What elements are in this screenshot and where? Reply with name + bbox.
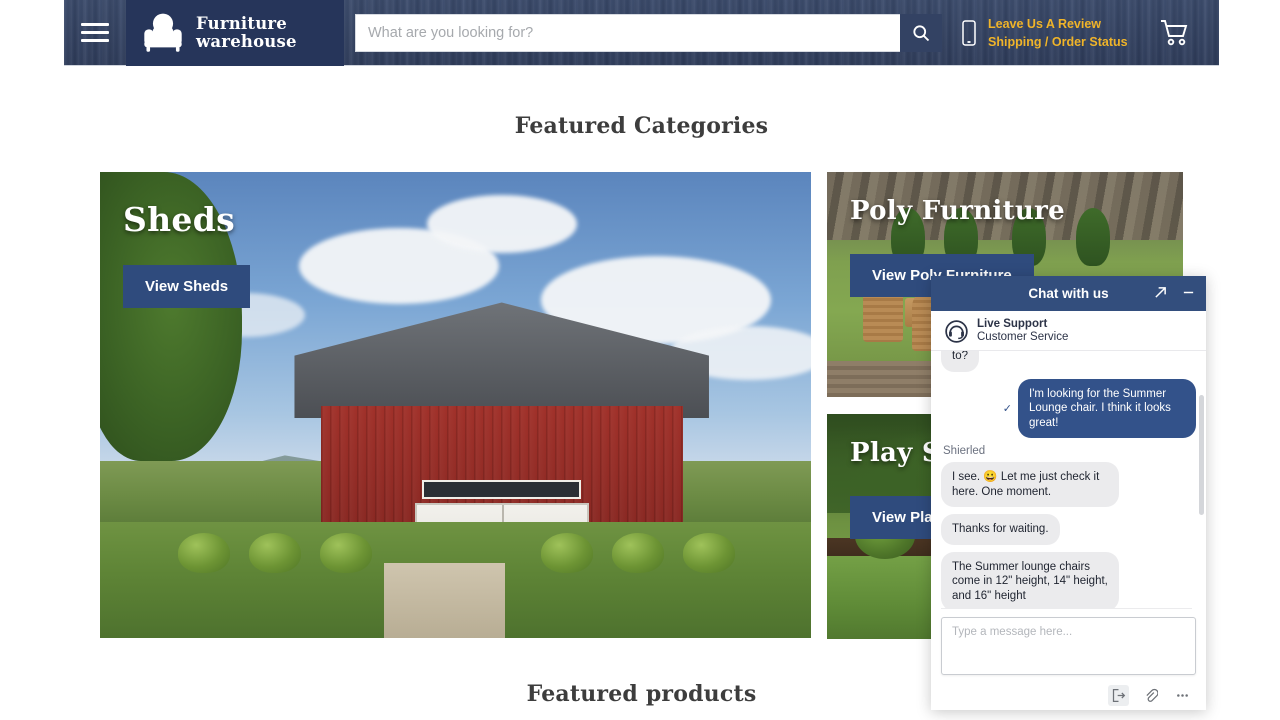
sent-check-icon: ✓ — [1002, 402, 1012, 415]
expand-arrow-icon[interactable] — [1151, 283, 1170, 304]
minimize-icon[interactable] — [1179, 283, 1198, 304]
paperclip-glyph — [1146, 688, 1158, 702]
chat-footer-toolbar — [931, 680, 1206, 710]
chat-input-area — [931, 609, 1206, 680]
category-column-left: Sheds View Sheds — [100, 172, 811, 639]
chat-sender-label: Shierled — [943, 445, 986, 457]
hamburger-menu-icon[interactable] — [64, 0, 126, 66]
chat-message-agent: The Summer lounge chairs come in 12" hei… — [941, 551, 1119, 609]
site-header: Furniture warehouse Leave Us A — [64, 0, 1219, 66]
chat-agent-bar: Live Support Customer Service — [931, 311, 1206, 351]
expand-arrow-glyph — [1155, 287, 1166, 298]
armchair-logo-icon — [144, 13, 182, 52]
category-title: Poly Furniture — [850, 196, 1065, 226]
mobile-phone-icon — [962, 19, 976, 46]
chat-message-row: The Summer lounge chairs come in 12" hei… — [941, 551, 1196, 609]
featured-categories-title: Featured Categories — [514, 113, 769, 139]
chat-agent-identity: Live Support Customer Service — [977, 318, 1068, 344]
search-icon — [913, 24, 930, 41]
chat-message-list[interactable]: to? ✓ I'm looking for the Summer Lounge … — [931, 351, 1206, 609]
header-contact-group: Leave Us A Review Shipping / Order Statu… — [960, 16, 1190, 50]
chat-message-user: I'm looking for the Summer Lounge chair.… — [1018, 378, 1196, 438]
chat-header-buttons — [1151, 276, 1198, 311]
hamburger-bar — [81, 31, 109, 34]
category-tile-sheds[interactable]: Sheds View Sheds — [100, 172, 811, 638]
cart-button[interactable] — [1160, 19, 1190, 47]
chat-header: Chat with us — [931, 276, 1206, 311]
view-sheds-button[interactable]: View Sheds — [123, 265, 251, 308]
search-button[interactable] — [900, 13, 942, 52]
more-options-icon[interactable] — [1172, 685, 1193, 706]
chat-agent-role: Customer Service — [977, 331, 1069, 343]
search-bar — [355, 13, 942, 52]
header-links: Leave Us A Review Shipping / Order Statu… — [988, 16, 1128, 50]
shipping-order-status-link[interactable]: Shipping / Order Status — [988, 34, 1128, 50]
chat-message-agent-clipped: to? — [941, 351, 979, 372]
brand-line-2: warehouse — [196, 31, 297, 51]
chat-message-row: Thanks for waiting. — [941, 514, 1196, 545]
chat-divider — [941, 608, 1192, 609]
chat-message-agent: I see. 😀 Let me just check it here. One … — [941, 462, 1119, 507]
brand-line-1: Furniture — [196, 13, 287, 33]
sheds-artwork — [100, 172, 811, 638]
chat-message-row: ✓ I'm looking for the Summer Lounge chai… — [941, 378, 1196, 438]
chat-message-input[interactable] — [941, 617, 1196, 675]
hamburger-bar — [81, 23, 109, 26]
shopping-cart-icon — [1160, 19, 1187, 45]
minimize-glyph — [1183, 291, 1194, 294]
headset-agent-avatar-icon — [945, 319, 968, 343]
ellipsis-glyph — [1177, 693, 1188, 697]
chat-widget: Chat with us Live Support Customer Servi… — [931, 276, 1206, 710]
chat-message-row: to? — [941, 351, 1196, 372]
brand-name: Furniture warehouse — [196, 13, 297, 51]
end-chat-icon[interactable] — [1108, 684, 1129, 706]
chat-message-row: I see. 😀 Let me just check it here. One … — [941, 462, 1196, 507]
end-chat-glyph — [1112, 688, 1126, 702]
hamburger-bar — [81, 39, 109, 42]
paperclip-attach-icon[interactable] — [1140, 685, 1161, 706]
category-title: Sheds — [123, 200, 235, 239]
search-input[interactable] — [355, 13, 900, 52]
leave-review-link[interactable]: Leave Us A Review — [988, 16, 1128, 32]
chat-title: Chat with us — [1028, 286, 1109, 301]
chat-message-agent: Thanks for waiting. — [941, 514, 1060, 545]
page-root: Furniture warehouse Leave Us A — [0, 0, 1280, 720]
chat-agent-name: Live Support — [977, 318, 1048, 330]
brand-logo-link[interactable]: Furniture warehouse — [126, 0, 344, 66]
chat-scrollbar[interactable] — [1199, 395, 1204, 515]
